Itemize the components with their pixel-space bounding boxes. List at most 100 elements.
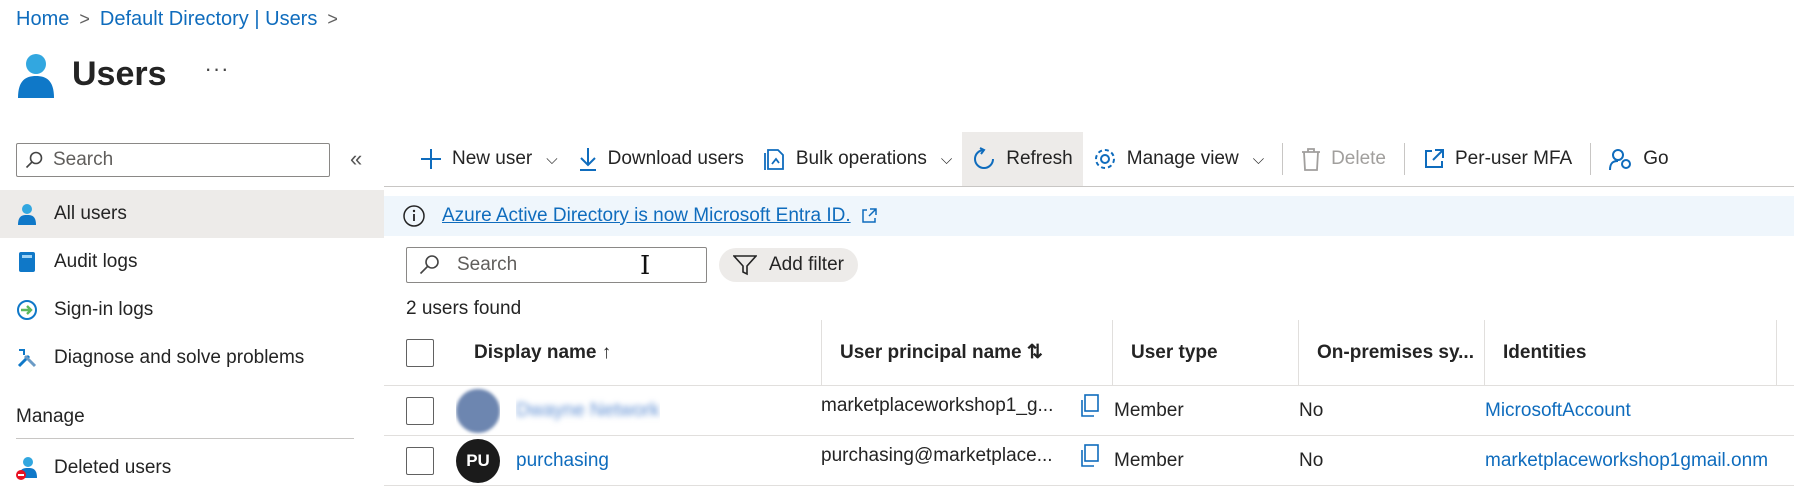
- user-icon: [16, 203, 38, 225]
- toolbar-divider: [1404, 143, 1405, 175]
- per-user-mfa-button[interactable]: Per-user MFA: [1413, 132, 1582, 186]
- copy-icon[interactable]: [1079, 394, 1099, 418]
- onprem-cell: No: [1299, 399, 1324, 421]
- bulk-operations-icon: [763, 149, 784, 170]
- nav-item-label: Deleted users: [54, 457, 172, 478]
- more-options-icon[interactable]: ···: [205, 56, 230, 82]
- command-bar: New user ⌵ Download users Bulk operation…: [410, 132, 1794, 186]
- upn-text: purchasing@marketplace...: [821, 445, 1053, 466]
- nav-item-all-users[interactable]: All users: [0, 190, 384, 238]
- column-divider: [1776, 320, 1777, 385]
- left-search-placeholder: Search: [53, 149, 114, 170]
- row-checkbox[interactable]: [406, 396, 434, 425]
- trash-icon: [1302, 148, 1321, 171]
- nav-item-audit-logs[interactable]: Audit logs: [0, 238, 384, 286]
- user-display-name-link[interactable]: purchasing: [516, 450, 609, 472]
- deleted-user-icon: [16, 457, 38, 480]
- download-users-label: Download users: [607, 148, 744, 169]
- column-header-display-name[interactable]: Display name ↑: [474, 320, 611, 385]
- filter-icon: [733, 255, 757, 276]
- nav-item-label: Audit logs: [54, 251, 138, 272]
- bulk-operations-button[interactable]: Bulk operations ⌵: [754, 132, 962, 186]
- user-type-cell: Member: [1114, 399, 1184, 421]
- column-divider: [821, 320, 822, 385]
- avatar-cell: PU: [456, 436, 500, 485]
- column-divider: [1112, 320, 1113, 385]
- row-select-cell: [406, 436, 434, 485]
- upn-cell: marketplaceworkshop1_g...: [821, 386, 1071, 435]
- row-checkbox[interactable]: [406, 446, 434, 475]
- text-cursor-icon: I: [640, 251, 651, 281]
- users-table: Display name ↑ User principal name ⇅ Use…: [384, 320, 1794, 486]
- upn-text: marketplaceworkshop1_g...: [821, 395, 1054, 416]
- column-header-identities[interactable]: Identities: [1503, 320, 1586, 385]
- user-type-cell: Member: [1114, 449, 1184, 471]
- identities-cell: marketplaceworkshop1gmail.onm: [1485, 436, 1768, 485]
- add-filter-button[interactable]: Add filter: [719, 248, 858, 282]
- nav-item-label: Sign-in logs: [54, 299, 154, 320]
- nav-item-sign-in-logs[interactable]: Sign-in logs: [0, 286, 384, 334]
- copy-cell: [1079, 386, 1099, 435]
- copy-icon[interactable]: [1079, 444, 1099, 468]
- bulk-operations-label: Bulk operations: [795, 148, 927, 169]
- nav-item-label: Diagnose and solve problems: [54, 347, 305, 368]
- nav-item-deleted-users[interactable]: Deleted users: [0, 444, 384, 492]
- identity-link[interactable]: marketplaceworkshop1gmail.onm: [1485, 450, 1768, 472]
- go-button[interactable]: Go: [1599, 132, 1678, 186]
- entra-announcement-link[interactable]: Azure Active Directory is now Microsoft …: [442, 205, 851, 227]
- breadcrumb-home-link[interactable]: Home: [16, 8, 69, 31]
- left-nav: All users Audit logs Sign-in logs Diagno…: [0, 190, 384, 382]
- toolbar-divider: [1590, 143, 1592, 175]
- search-icon: [25, 151, 43, 169]
- table-header-row: Display name ↑ User principal name ⇅ Use…: [384, 320, 1794, 386]
- identities-cell: MicrosoftAccount: [1485, 386, 1631, 435]
- info-icon: [403, 205, 425, 227]
- select-all-checkbox[interactable]: [406, 338, 434, 367]
- table-row[interactable]: Dwayne Network marketplaceworkshop1_g...…: [384, 386, 1794, 436]
- book-icon: [16, 251, 38, 273]
- go-label: Go: [1643, 148, 1669, 169]
- onprem-cell: No: [1299, 449, 1324, 471]
- gear-icon: [1094, 149, 1115, 169]
- user-search-input[interactable]: Search: [406, 247, 707, 283]
- table-row[interactable]: PU purchasing purchasing@marketplace... …: [384, 436, 1794, 486]
- display-name-cell: purchasing: [516, 436, 609, 485]
- column-header-onprem[interactable]: On-premises sy...: [1317, 320, 1474, 385]
- delete-label: Delete: [1331, 148, 1386, 169]
- avatar: [456, 388, 500, 433]
- left-search-input[interactable]: Search: [16, 143, 330, 177]
- search-placeholder: Search: [457, 254, 518, 275]
- download-users-button[interactable]: Download users: [568, 132, 754, 186]
- add-filter-label: Add filter: [769, 254, 844, 275]
- copy-cell: [1079, 436, 1099, 485]
- info-banner: Azure Active Directory is now Microsoft …: [384, 196, 1794, 236]
- select-all-cell: [406, 320, 434, 385]
- plus-icon: [421, 149, 441, 169]
- sign-in-icon: [16, 299, 38, 321]
- search-icon: [419, 255, 439, 275]
- external-link-icon[interactable]: [861, 208, 877, 224]
- collapse-nav-icon[interactable]: «: [350, 146, 362, 172]
- refresh-icon: [974, 147, 995, 169]
- divider: [384, 186, 1794, 187]
- column-header-user-type[interactable]: User type: [1131, 320, 1218, 385]
- per-user-mfa-label: Per-user MFA: [1455, 148, 1573, 169]
- breadcrumb-directory-link[interactable]: Default Directory | Users: [100, 8, 317, 31]
- row-select-cell: [406, 386, 434, 435]
- manage-view-label: Manage view: [1126, 148, 1239, 169]
- nav-item-diagnose[interactable]: Diagnose and solve problems: [0, 334, 384, 382]
- divider: [16, 438, 354, 439]
- delete-button[interactable]: Delete: [1291, 132, 1396, 186]
- user-display-name-link[interactable]: Dwayne Network: [516, 400, 660, 422]
- result-count: 2 users found: [406, 298, 522, 319]
- user-search-icon: [1609, 149, 1632, 171]
- nav-item-label: All users: [54, 203, 127, 224]
- avatar: PU: [456, 438, 500, 483]
- new-user-button[interactable]: New user ⌵: [410, 132, 568, 186]
- avatar-cell: [456, 386, 500, 435]
- column-header-upn[interactable]: User principal name ⇅: [840, 320, 1043, 385]
- identity-link[interactable]: MicrosoftAccount: [1485, 400, 1631, 422]
- manage-view-button[interactable]: Manage view ⌵: [1083, 132, 1274, 186]
- left-nav-manage: Deleted users: [0, 444, 384, 492]
- refresh-button[interactable]: Refresh: [962, 132, 1083, 186]
